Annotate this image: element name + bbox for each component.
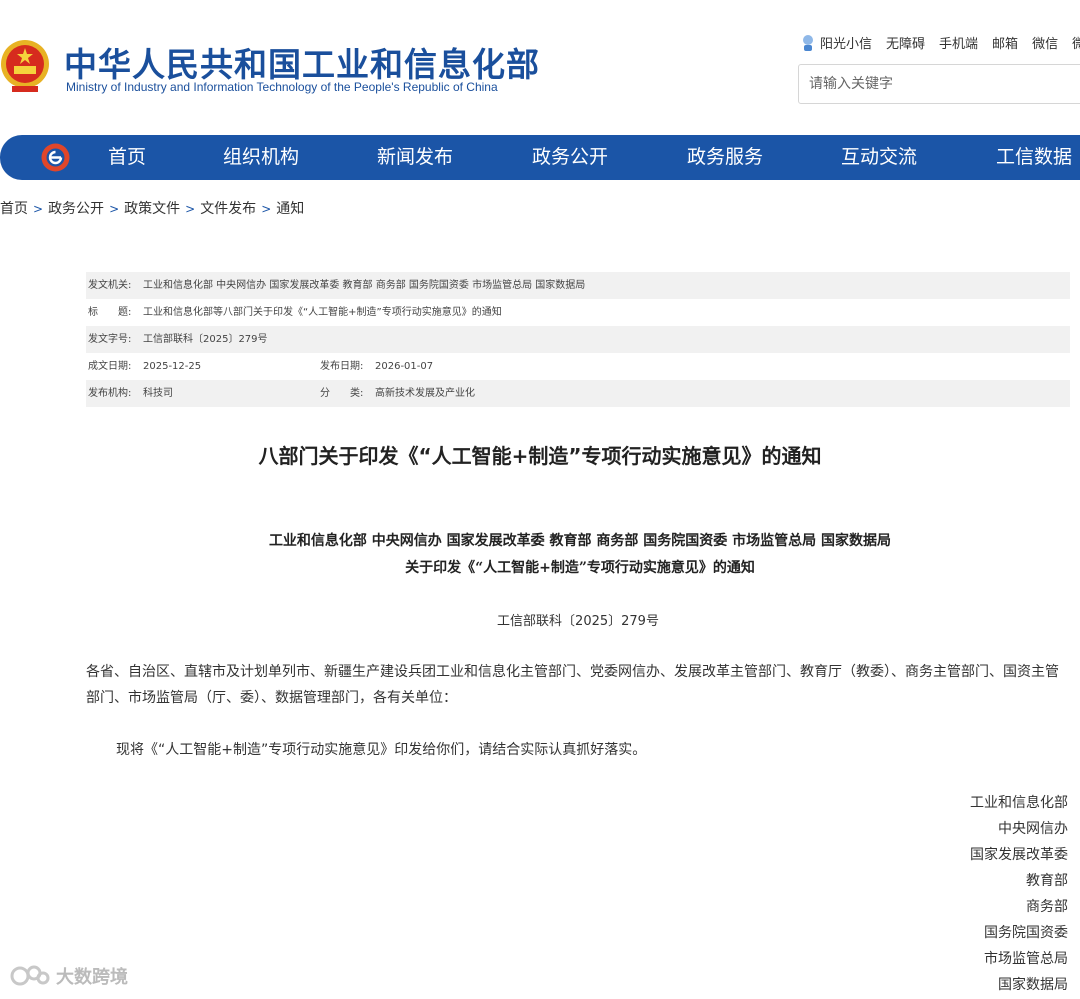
nav-item-data[interactable]: 工信数据	[996, 135, 1072, 180]
document-title: 八部门关于印发《“人工智能+制造”专项行动实施意见》的通知	[258, 444, 822, 468]
watermark-logo-icon	[10, 965, 50, 986]
main-nav: 首页 组织机构 新闻发布 政务公开 政务服务 互动交流 工信数据	[0, 135, 1080, 180]
info-row-title: 标 题: 工业和信息化部等八部门关于印发《“人工智能+制造”专项行动实施意见》的…	[86, 299, 1070, 326]
top-link-mail[interactable]: 邮箱	[992, 33, 1018, 52]
top-link-wechat[interactable]: 微信	[1032, 33, 1058, 52]
national-emblem-icon[interactable]	[0, 36, 50, 96]
search-input[interactable]	[799, 65, 1080, 103]
info-value: 工业和信息化部等八部门关于印发《“人工智能+制造”专项行动实施意见》的通知	[143, 307, 502, 318]
breadcrumb-separator: >	[109, 202, 120, 216]
site-subtitle: Ministry of Industry and Information Tec…	[66, 80, 498, 94]
document-signers: 工业和信息化部 中央网信办 国家发展改革委 教育部 商务部 国务院国资委 市场监…	[970, 790, 1068, 998]
info-label: 成文日期:	[88, 361, 132, 372]
signer-item: 国家数据局	[998, 977, 1068, 993]
info-row-issuer: 发文机关: 工业和信息化部 中央网信办 国家发展改革委 教育部 商务部 国务院国…	[86, 272, 1070, 299]
info-value: 2026-01-07	[375, 361, 434, 372]
breadcrumb-separator: >	[261, 202, 272, 216]
info-label: 发文机关:	[88, 280, 132, 291]
top-link-weibo[interactable]: 微	[1072, 33, 1080, 52]
info-row-org: 发布机构: 科技司 分 类: 高新技术发展及产业化	[86, 380, 1070, 407]
info-label: 分 类:	[320, 388, 364, 399]
search-box	[798, 64, 1080, 104]
signer-item: 教育部	[1026, 873, 1068, 889]
signer-item: 商务部	[1026, 899, 1068, 915]
breadcrumb-separator: >	[185, 202, 196, 216]
ministry-logo-icon[interactable]	[40, 142, 71, 173]
top-link-label: 阳光小信	[820, 37, 873, 52]
top-link-accessibility[interactable]: 无障碍	[886, 33, 925, 52]
breadcrumb: 首页 > 政务公开 > 政策文件 > 文件发布 > 通知	[0, 198, 304, 218]
breadcrumb-government-affairs[interactable]: 政务公开	[48, 201, 104, 217]
nav-item-news[interactable]: 新闻发布	[377, 135, 453, 180]
watermark-text: 大数跨境	[56, 967, 128, 988]
info-row-doc-number: 发文字号: 工信部联科〔2025〕279号	[86, 326, 1070, 353]
assistant-icon	[803, 34, 813, 51]
breadcrumb-notice[interactable]: 通知	[276, 201, 304, 217]
info-label: 发文字号:	[88, 334, 132, 345]
info-row-dates: 成文日期: 2025-12-25 发布日期: 2026-01-07	[86, 353, 1070, 380]
signer-item: 中央网信办	[998, 821, 1068, 837]
document-issuer-line: 工业和信息化部 中央网信办 国家发展改革委 教育部 商务部 国务院国资委 市场监…	[268, 533, 892, 549]
document-body-paragraph: 现将《“人工智能+制造”专项行动实施意见》印发给你们，请结合实际认真抓好落实。	[116, 742, 647, 758]
info-value: 工信部联科〔2025〕279号	[143, 334, 268, 345]
signer-item: 市场监管总局	[984, 951, 1068, 967]
info-value: 工业和信息化部 中央网信办 国家发展改革委 教育部 商务部 国务院国资委 市场监…	[143, 280, 586, 291]
nav-item-home[interactable]: 首页	[108, 135, 146, 180]
nav-item-services[interactable]: 政务服务	[687, 135, 763, 180]
nav-item-organization[interactable]: 组织机构	[223, 135, 299, 180]
breadcrumb-policy-files[interactable]: 政策文件	[124, 201, 180, 217]
site-header: 中华人民共和国工业和信息化部 Ministry of Industry and …	[0, 0, 1080, 135]
document-addressee-paragraph: 各省、自治区、直辖市及计划单列市、新疆生产建设兵团工业和信息化主管部门、党委网信…	[86, 664, 1059, 706]
document-subject-line: 关于印发《“人工智能+制造”专项行动实施意见》的通知	[405, 560, 755, 576]
breadcrumb-separator: >	[33, 202, 44, 216]
breadcrumb-file-release[interactable]: 文件发布	[200, 201, 256, 217]
info-label: 发布日期:	[320, 361, 364, 372]
document-number: 工信部联科〔2025〕279号	[497, 614, 659, 629]
document-info-table: 发文机关: 工业和信息化部 中央网信办 国家发展改革委 教育部 商务部 国务院国…	[86, 272, 1070, 407]
nav-item-government-affairs[interactable]: 政务公开	[532, 135, 608, 180]
nav-item-interaction[interactable]: 互动交流	[841, 135, 917, 180]
top-links: 阳光小信 无障碍 手机端 邮箱 微信 微	[800, 33, 1080, 52]
info-value: 高新技术发展及产业化	[375, 388, 475, 399]
info-label: 标 题:	[88, 307, 132, 318]
site-title[interactable]: 中华人民共和国工业和信息化部	[64, 38, 540, 86]
signer-item: 工业和信息化部	[970, 795, 1068, 811]
breadcrumb-home[interactable]: 首页	[0, 201, 28, 217]
info-value: 2025-12-25	[143, 361, 202, 372]
info-label: 发布机构:	[88, 388, 132, 399]
watermark: 大数跨境	[10, 963, 128, 989]
info-value: 科技司	[143, 388, 173, 399]
signer-item: 国家发展改革委	[970, 847, 1068, 863]
signer-item: 国务院国资委	[984, 925, 1068, 941]
top-link-assistant[interactable]: 阳光小信	[800, 33, 872, 52]
top-link-mobile[interactable]: 手机端	[939, 33, 978, 52]
